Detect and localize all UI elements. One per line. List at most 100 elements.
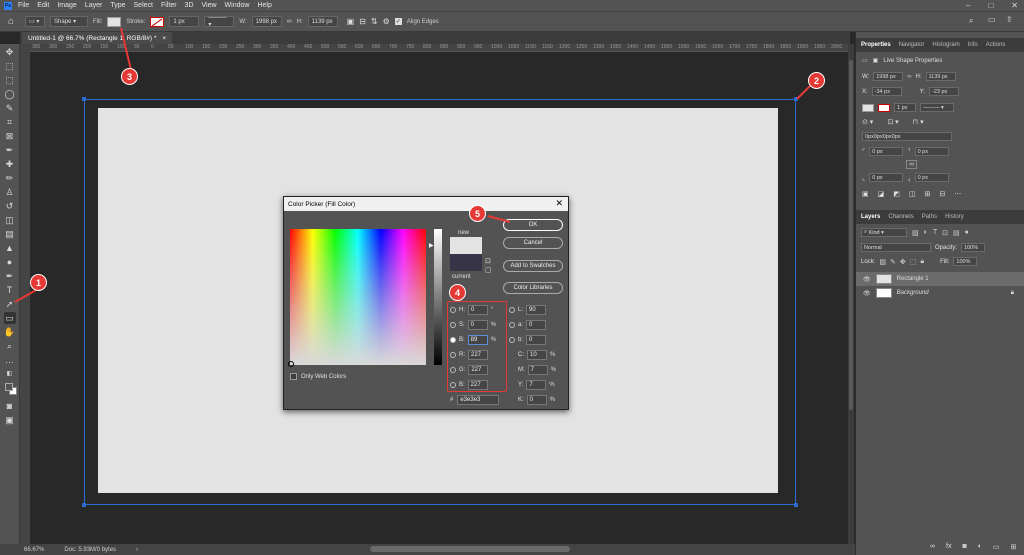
gear-icon[interactable]: ⚙ [383,17,390,26]
prop-fill-swatch[interactable] [862,103,874,112]
c-field[interactable]: 10 [527,350,547,360]
move-tool-icon[interactable]: ✥ [4,46,16,58]
filter-adjust-icon[interactable]: ◐ [924,229,928,236]
prop-height-field[interactable]: 1139 px [925,72,956,81]
menu-select[interactable]: Select [134,2,153,9]
align-edges-checkbox[interactable]: ✓ [394,18,402,25]
tab-channels[interactable]: Channels [888,214,913,220]
adjustment-layer-icon[interactable]: ◐ [978,543,982,551]
eyedropper-tool-icon[interactable]: ✒ [4,144,16,156]
more-tools-icon[interactable]: … [4,354,16,366]
menu-3d[interactable]: 3D [185,2,194,9]
path-op-icon[interactable]: ⊞ [925,190,931,198]
path-selection-tool-icon[interactable]: ➚ [4,298,16,310]
prop-stroke-swatch[interactable] [878,103,890,112]
dodge-tool-icon[interactable]: ● [4,256,16,268]
document-tab[interactable]: Untitled-1 @ 66.7% (Rectangle 1, RGB/8#)… [22,32,173,44]
clone-stamp-tool-icon[interactable]: ♙ [4,186,16,198]
foreground-background-color-icon[interactable] [4,382,17,398]
link-corners-icon[interactable]: ∞ [906,160,917,169]
filter-toggle-icon[interactable]: ● [965,229,969,236]
stroke-type-select[interactable]: ——— ▾ [204,15,235,28]
width-field[interactable]: 1998 px [251,16,282,27]
transform-handle[interactable] [82,503,86,507]
new-group-icon[interactable]: ▭ [993,543,1000,551]
path-op-icon[interactable]: ◫ [909,190,916,198]
filter-smart-icon[interactable]: ▤ [953,229,960,237]
quick-mask-icon[interactable]: ◙ [4,400,16,412]
path-op-icon[interactable]: ◪ [878,190,885,198]
new-layer-icon[interactable]: ⊞ [1011,543,1017,551]
path-alignment-icon[interactable]: ⊟ [359,17,366,26]
stroke-size-field[interactable]: 1 px [169,16,200,27]
layer-row-rectangle[interactable]: 👁︎ Rectangle 1 [856,272,1024,286]
tab-info[interactable]: Info [968,42,978,48]
crop-tool-icon[interactable]: ⌗ [4,116,16,128]
status-arrow-icon[interactable]: › [136,547,138,553]
pen-tool-icon[interactable]: ✒ [4,270,16,282]
corner-tr-field[interactable]: 0 px [914,147,949,156]
color-libraries-button[interactable]: Color Libraries [503,282,563,294]
lock-artboard-icon[interactable]: ⬚ [910,258,917,266]
home-icon[interactable]: ⌂ [8,16,14,27]
artboard-tool-icon[interactable]: ⬚ [4,60,16,72]
tool-preset-picker[interactable]: ▭ ▾ [25,16,46,27]
prop-x-field[interactable]: -34 px [871,87,902,96]
a-radio[interactable] [509,322,515,328]
corner-radius-field[interactable]: 0px0px0px0px [862,132,952,141]
marquee-tool-icon[interactable]: ⬚ [4,74,16,86]
web-safe-icon[interactable]: ▢ [485,266,492,274]
ok-button[interactable]: OK [503,219,563,231]
stroke-align-icon[interactable]: ⊙ ▾ [862,118,873,126]
link-icon[interactable]: ∞ [287,18,292,25]
menu-type[interactable]: Type [110,2,125,9]
add-mask-icon[interactable]: ◙ [962,543,966,551]
prop-stroke-type[interactable]: ——— ▾ [920,103,954,112]
opacity-field[interactable]: 100% [961,243,986,252]
maximize-icon[interactable]: □ [988,1,993,10]
blend-mode-select[interactable]: Normal [861,243,931,252]
l-radio[interactable] [509,307,515,313]
fill-swatch[interactable] [107,16,122,27]
menu-layer[interactable]: Layer [85,2,103,9]
fill-field[interactable]: 100% [953,257,978,266]
stroke-cap-icon[interactable]: ⊡ ▾ [887,118,898,126]
height-field[interactable]: 1139 px [307,16,338,27]
layer-filter-select[interactable]: ⌕ Kind ▾ [861,228,907,237]
link-icon[interactable]: ∞ [907,74,911,80]
lasso-tool-icon[interactable]: ◯ [4,88,16,100]
corner-bl-field[interactable]: 0 px [869,173,904,182]
link-layers-icon[interactable]: ∞ [930,543,935,551]
mode-select[interactable]: Shape ▾ [50,16,89,27]
share-icon[interactable]: ⇪ [1006,15,1013,24]
stroke-swatch[interactable] [150,16,165,27]
stroke-corner-icon[interactable]: ⊓ ▾ [913,118,924,126]
close-tab-icon[interactable]: × [162,35,166,42]
healing-brush-tool-icon[interactable]: ✚ [4,158,16,170]
m-field[interactable]: 7 [527,365,548,375]
hex-field[interactable]: e3e3e3 [457,395,500,405]
close-window-icon[interactable]: ✕ [1011,1,1018,10]
blur-tool-icon[interactable]: ▲ [4,242,16,254]
fx-icon[interactable]: fx [946,543,951,551]
quick-select-tool-icon[interactable]: ✎ [4,102,16,114]
type-tool-icon[interactable]: T [4,284,16,296]
filter-type-icon[interactable]: T [933,229,937,236]
menu-edit[interactable]: Edit [37,2,49,9]
menu-filter[interactable]: Filter [161,2,177,9]
transform-handle[interactable] [794,97,798,101]
lock-paint-icon[interactable]: ✎ [890,258,896,266]
current-color-swatch[interactable] [450,254,482,271]
rectangle-tool-icon[interactable]: ▭ [3,312,16,324]
add-to-swatches-button[interactable]: Add to Swatches [503,260,563,272]
workspace-icon[interactable]: ▭ [988,15,996,24]
tab-layers[interactable]: Layers [861,214,880,220]
prop-y-field[interactable]: -23 px [929,87,960,96]
tab-actions[interactable]: Actions [986,42,1006,48]
horizontal-scroll-thumb[interactable] [370,546,570,552]
zoom-tool-icon[interactable]: ⌕ [4,340,16,352]
visibility-eye-icon[interactable]: 👁︎ [863,290,871,297]
default-colors-icon[interactable]: ◧ [4,368,16,380]
path-arrangement-icon[interactable]: ⇅ [371,17,378,26]
a-field[interactable]: 0 [526,320,547,330]
